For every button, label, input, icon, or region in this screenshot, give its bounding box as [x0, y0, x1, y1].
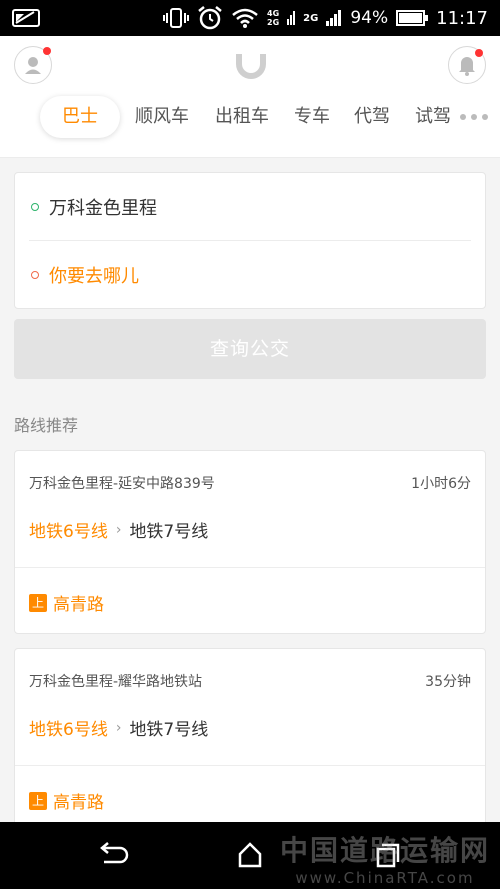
- more-icon[interactable]: [460, 114, 488, 120]
- route-line-1: 地铁6号线: [29, 522, 108, 542]
- screen-mirror-icon: [12, 9, 40, 27]
- board-badge-icon: 上: [29, 593, 47, 612]
- origin-text: 万科金色里程: [49, 198, 157, 219]
- route-duration: 1小时6分: [411, 476, 471, 492]
- status-bar: 4G 2G 2G 94% 11:17: [0, 0, 500, 36]
- chevron-right-icon: ›: [115, 521, 122, 538]
- query-bus-button[interactable]: 查询公交: [14, 319, 486, 379]
- watermark: 中国道路运输网 www.ChinaRTA.com: [279, 834, 490, 887]
- wifi-icon: [232, 8, 258, 28]
- network-type: 4G 2G: [267, 9, 280, 27]
- tab-bus[interactable]: 巴士: [40, 96, 120, 138]
- boarding-stop: 上 高青路: [29, 788, 104, 813]
- route-lines: 地铁6号线 › 地铁7号线: [29, 517, 209, 543]
- route-line-2: 地铁7号线: [129, 522, 209, 542]
- battery-percent: 94%: [350, 8, 389, 28]
- tab-hitch[interactable]: 顺风车: [130, 96, 194, 138]
- route-name: 万科金色里程-耀华路地铁站: [29, 674, 203, 690]
- back-icon[interactable]: [94, 840, 130, 870]
- tab-test-drive[interactable]: 试驾: [411, 96, 455, 138]
- section-title: 路线推荐: [14, 416, 79, 435]
- route-card[interactable]: 万科金色里程-耀华路地铁站 35分钟 地铁6号线 › 地铁7号线 上 高青路: [14, 648, 486, 832]
- destination-dot-icon: [31, 271, 39, 279]
- network-type-2: 2G: [303, 12, 319, 24]
- clock: 11:17: [436, 7, 488, 29]
- boarding-stop: 上 高青路: [29, 590, 104, 615]
- tab-premier[interactable]: 专车: [290, 96, 334, 138]
- signal-icon-1: [287, 11, 296, 25]
- route-line-1: 地铁6号线: [29, 720, 108, 740]
- route-lines: 地铁6号线 › 地铁7号线: [29, 715, 209, 741]
- destination-placeholder: 你要去哪儿: [49, 266, 139, 287]
- stop-name: 高青路: [53, 595, 104, 615]
- didi-logo: [236, 54, 266, 79]
- tab-designated-driver[interactable]: 代驾: [350, 96, 394, 138]
- route-name: 万科金色里程-延安中路839号: [29, 476, 215, 492]
- vibrate-icon: [163, 8, 190, 28]
- stop-name: 高青路: [53, 793, 104, 813]
- alarm-icon: [198, 6, 222, 30]
- board-badge-icon: 上: [29, 791, 47, 810]
- home-icon[interactable]: [232, 840, 268, 870]
- address-card: 万科金色里程 你要去哪儿: [14, 172, 486, 309]
- profile-button[interactable]: [14, 46, 52, 84]
- divider: [15, 765, 485, 766]
- chevron-right-icon: ›: [115, 719, 122, 736]
- route-duration: 35分钟: [425, 674, 471, 690]
- header: 巴士 顺风车 出租车 专车 代驾 试驾: [0, 36, 500, 158]
- notification-dot: [43, 47, 51, 55]
- divider: [15, 567, 485, 568]
- origin-field[interactable]: 万科金色里程: [15, 173, 485, 241]
- battery-icon: [396, 10, 429, 26]
- route-line-2: 地铁7号线: [129, 720, 209, 740]
- service-tabs: 巴士 顺风车 出租车 专车 代驾 试驾: [0, 96, 500, 140]
- signal-icon-2: [326, 10, 342, 26]
- destination-field[interactable]: 你要去哪儿: [15, 241, 485, 309]
- tab-taxi[interactable]: 出租车: [210, 96, 274, 138]
- route-card[interactable]: 万科金色里程-延安中路839号 1小时6分 地铁6号线 › 地铁7号线 上 高青…: [14, 450, 486, 634]
- origin-dot-icon: [31, 203, 39, 211]
- notification-dot: [475, 49, 483, 57]
- messages-button[interactable]: [448, 46, 486, 84]
